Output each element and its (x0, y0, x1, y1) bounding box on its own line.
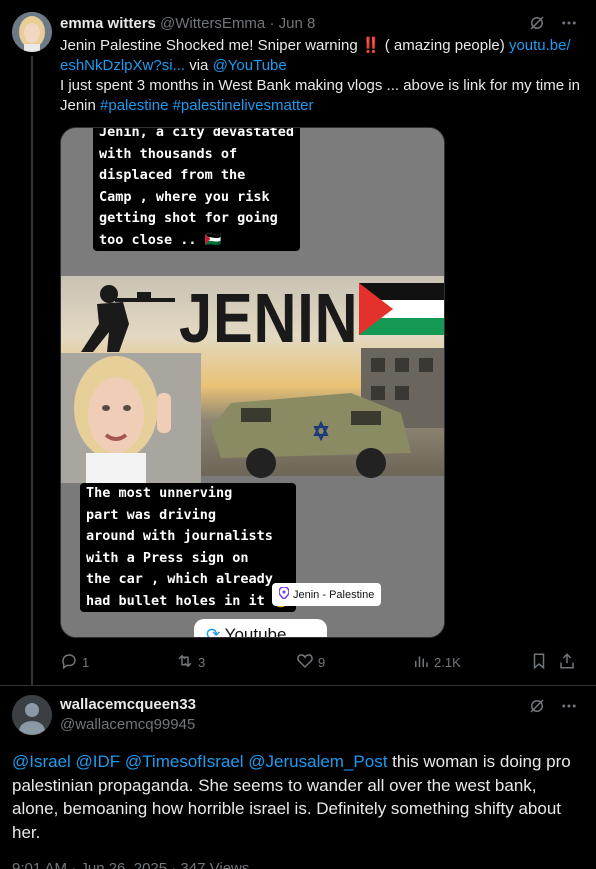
tweet-top-actions (528, 14, 578, 37)
sniper-silhouette (79, 280, 179, 352)
repost-count: 3 (198, 655, 206, 670)
armored-vehicle-image (201, 383, 421, 483)
location-label: Jenin - Palestine (293, 588, 375, 601)
hashtag-palestine[interactable]: #palestine (100, 97, 168, 114)
youtube-link-cont[interactable]: eshNkDzlpXw?si... (60, 57, 185, 74)
tweet-top-actions (528, 697, 578, 720)
via-text: via (185, 57, 213, 74)
like-count: 9 (318, 655, 326, 670)
more-icon[interactable] (560, 14, 578, 37)
heart-icon (296, 652, 314, 673)
youtube-link[interactable]: youtu.be/ (509, 37, 571, 54)
youtube-badge: ⟳ Youtube (194, 619, 327, 638)
repost-icon (176, 652, 194, 673)
display-name[interactable]: emma witters (60, 15, 156, 32)
handle[interactable]: @wallacemcq99945 (60, 716, 195, 733)
reply-icon (60, 652, 78, 673)
grok-icon[interactable] (528, 697, 546, 720)
tweet-quoted[interactable]: emma witters @WittersEmma · Jun 8 Jenin … (0, 0, 596, 686)
like-button[interactable]: 9 (296, 652, 325, 673)
analytics-icon (412, 652, 430, 673)
avatar[interactable] (12, 695, 52, 735)
share-icon (558, 652, 576, 673)
youtube-badge-label: Youtube (224, 625, 287, 638)
avatar[interactable] (12, 12, 52, 52)
mention-youtube[interactable]: @YouTube (213, 57, 287, 74)
woman-photo (61, 353, 201, 483)
views-button[interactable]: 2.1K (412, 652, 461, 673)
grok-icon[interactable] (528, 14, 546, 37)
handle[interactable]: @WittersEmma (160, 15, 265, 32)
tweet-meta: 9:01 AM · Jun 26, 2025 · 347 Views (12, 860, 250, 869)
tweet-text-segment: Jenin Palestine Shocked me! Sniper warni… (60, 37, 362, 54)
reply-button[interactable]: 1 (60, 652, 89, 673)
caption-top: Jenin, a city devastated with thousands … (93, 128, 301, 251)
divider (0, 685, 596, 686)
tweet-header: emma witters @WittersEmma · Jun 8 (60, 14, 315, 34)
repost-button[interactable]: 3 (176, 652, 205, 673)
dot-separator: · (269, 15, 275, 32)
youtube-swirl-icon: ⟳ (206, 625, 221, 638)
banner-jenin-title: JENIN (179, 279, 359, 357)
caption-bottom: The most unnerving part was driving arou… (80, 483, 296, 612)
share-button[interactable] (558, 652, 576, 673)
views-count: 2.1K (434, 655, 461, 670)
bookmark-icon (530, 652, 548, 673)
mentions[interactable]: @Israel @IDF @TimesofIsrael @Jerusalem_P… (12, 752, 387, 771)
more-icon[interactable] (560, 697, 578, 720)
location-pin-icon (278, 586, 290, 602)
tweet-text: @Israel @IDF @TimesofIsrael @Jerusalem_P… (12, 750, 582, 844)
reply-count: 1 (82, 655, 90, 670)
display-name[interactable]: wallacemcqueen33 (60, 696, 196, 713)
thread-line (31, 56, 33, 686)
tweet-text-segment: ( amazing people) (380, 37, 509, 54)
tweet-actions: 1 3 9 2.1K (60, 652, 580, 672)
bookmark-button[interactable] (530, 652, 548, 673)
emoji-bangs: ‼️ (361, 37, 381, 54)
hashtag-palestinelivesmatter[interactable]: #palestinelivesmatter (173, 97, 314, 114)
tweet-text: Jenin Palestine Shocked me! Sniper warni… (60, 36, 584, 116)
palestine-flag-icon (359, 283, 444, 335)
location-tag: Jenin - Palestine (272, 583, 382, 606)
media-thumbnail[interactable]: JENIN Jenin, a city devastated with thou… (60, 127, 445, 638)
timestamp[interactable]: Jun 8 (279, 15, 316, 32)
